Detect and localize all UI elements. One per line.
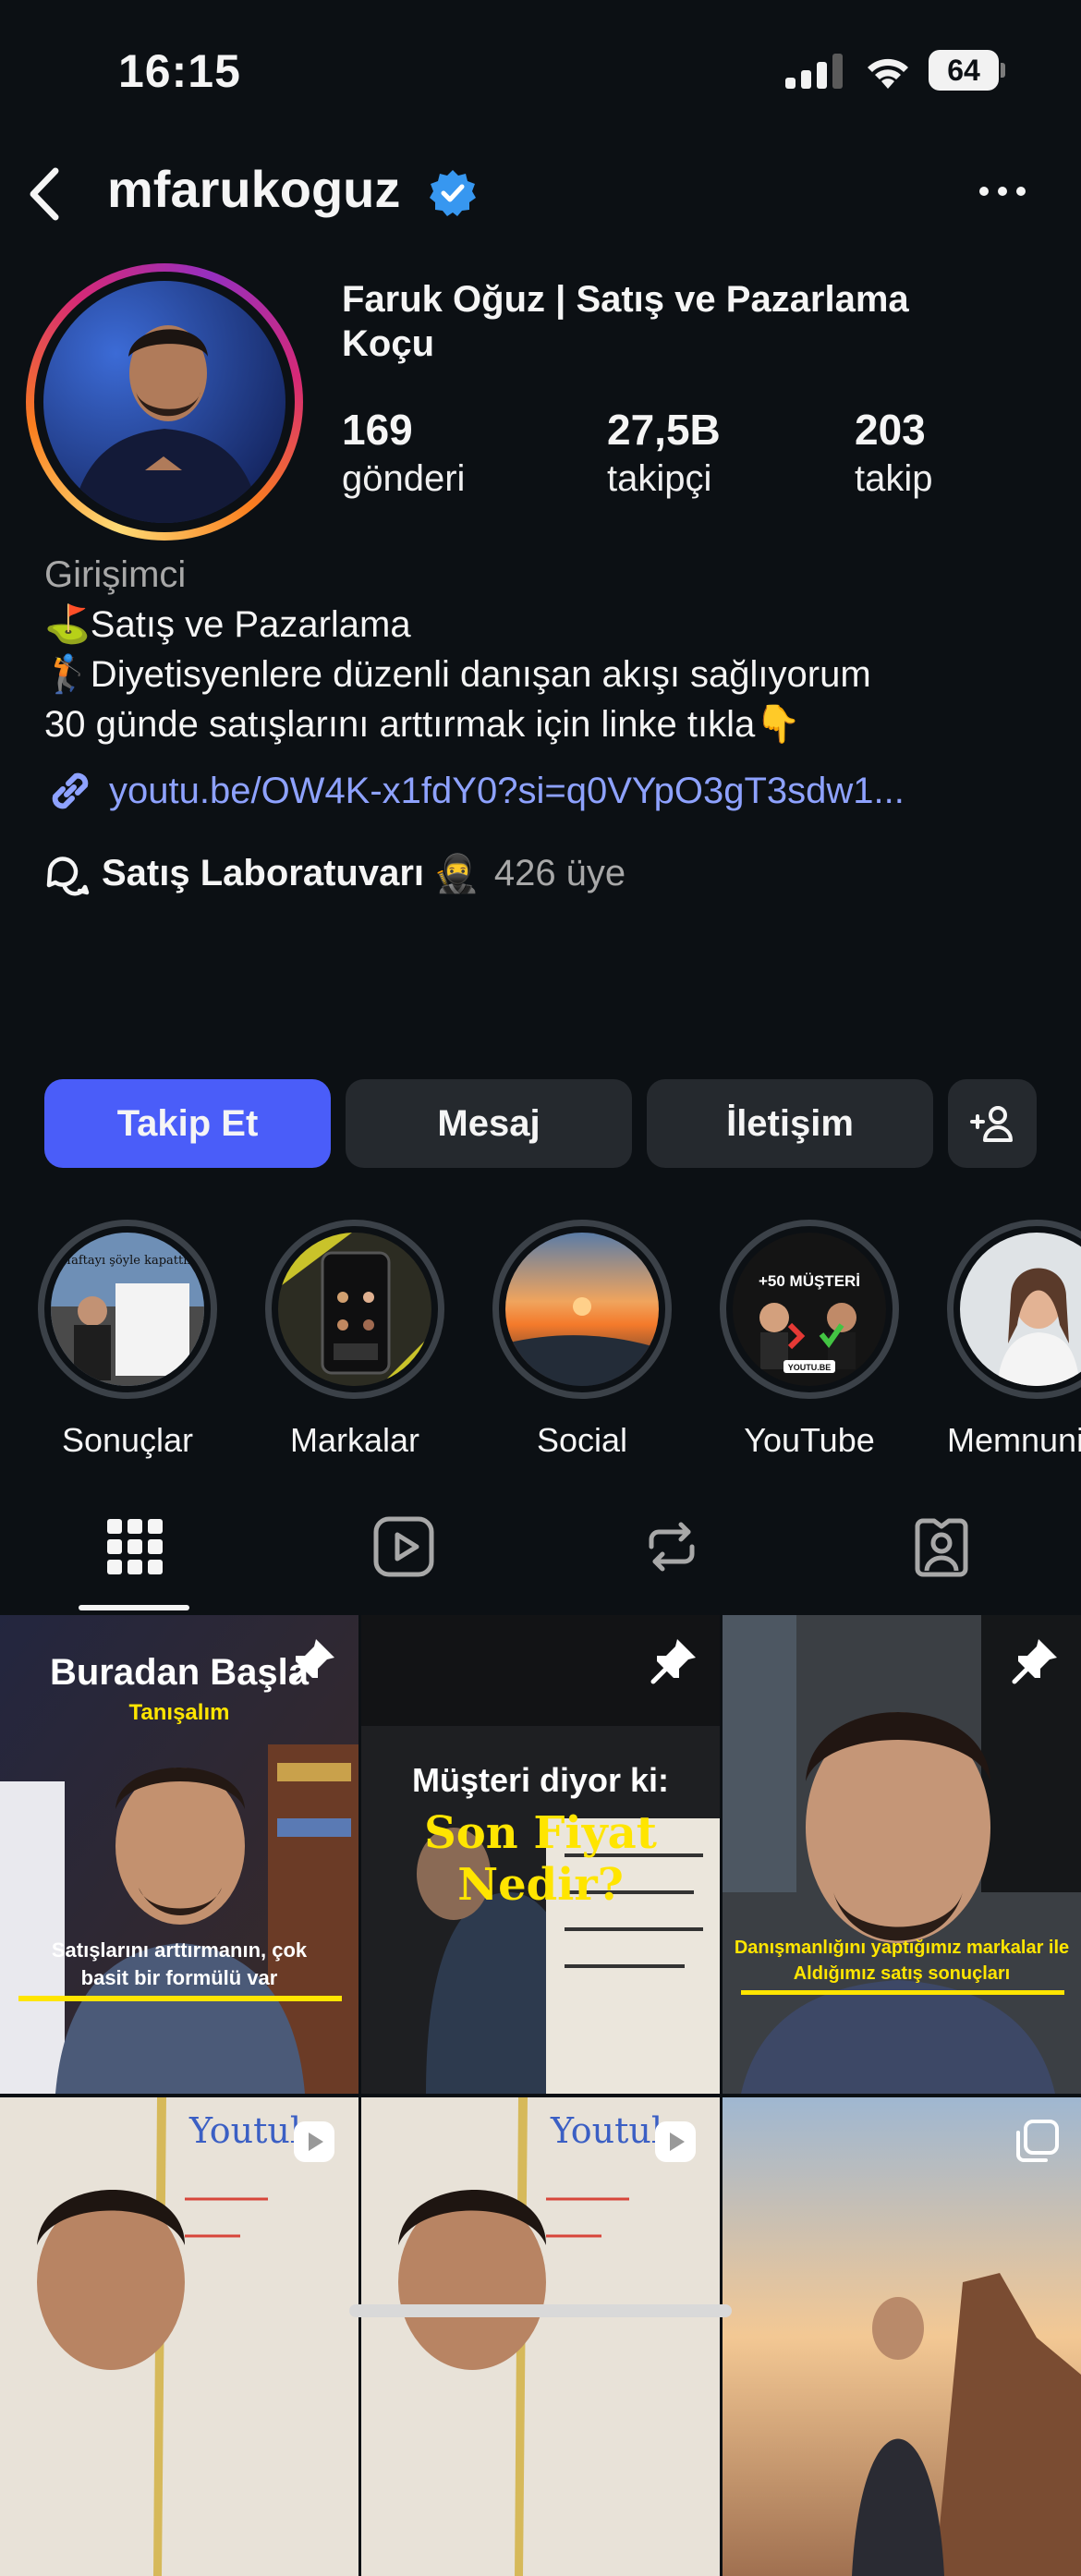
channel-member-count: 426 üye (493, 852, 626, 893)
highlight-label: Markalar (289, 1421, 420, 1459)
bio-line: 🏌️Diyetisyenlere düzenli danışan akışı s… (44, 654, 871, 695)
post-title: Müşteri diyor ki: (411, 1761, 670, 1799)
grid-post[interactable]: Müşteri diyor ki: Son Fiyat Nedir? (361, 1615, 720, 2094)
status-time: 16:15 (118, 45, 241, 97)
posts-label: gönderi (342, 458, 466, 499)
reel-icon (655, 2121, 696, 2162)
following-count: 203 (855, 406, 926, 454)
profile-avatar[interactable] (43, 281, 285, 523)
pinned-icon (289, 1639, 334, 1684)
profile-full-name: Faruk Oğuz | Satış ve Pazarlama Koçu (342, 279, 909, 364)
wifi-icon (868, 58, 908, 89)
posts-grid-tab-icon[interactable] (103, 1515, 166, 1578)
highlight-memnuniyet[interactable]: Memnuni (947, 1220, 1081, 1460)
reposts-tab-icon[interactable] (640, 1515, 703, 1578)
more-options-icon[interactable] (975, 177, 1030, 205)
bio-link[interactable]: youtu.be/OW4K-x1fdY0?si=q0VYpO3gT3sdw1..… (44, 765, 905, 817)
pinned-icon (1012, 1639, 1057, 1684)
highlight-label: Social (536, 1421, 628, 1459)
highlight-markalar[interactable]: Markalar (265, 1220, 444, 1460)
followers-count: 27,5B (607, 406, 721, 454)
grid-post[interactable]: Youtube (0, 2097, 358, 2576)
follow-button[interactable]: Takip Et (44, 1079, 331, 1168)
message-button[interactable]: Mesaj (346, 1079, 632, 1168)
highlight-label: YouTube (744, 1421, 875, 1459)
channel-name: Satış Laboratuvarı (102, 852, 425, 893)
posts-count: 169 (342, 406, 413, 454)
highlight-social[interactable]: Social (492, 1220, 672, 1460)
profile-category: Girişimci (44, 554, 187, 595)
carousel-icon (1016, 2120, 1059, 2162)
battery-icon: 64 (929, 50, 1005, 91)
posts-stat[interactable]: 169 gönderi (342, 405, 465, 500)
youtube-badge: YOUTU.BE (788, 1363, 832, 1372)
highlight-youtube[interactable]: +50 MÜŞTERİ YOUTU.BE YouTube (720, 1220, 899, 1460)
bio-line: ⛳Satış ve Pazarlama (44, 604, 411, 645)
broadcast-channel[interactable]: Satış Laboratuvarı 🥷 426 üye (44, 850, 626, 896)
highlight-caption: +50 MÜŞTERİ (759, 1272, 860, 1290)
grid-post[interactable] (723, 2097, 1081, 2576)
highlight-caption: Haftayı şöyle kapattık (61, 1254, 195, 1268)
following-label: takip (855, 458, 933, 499)
add-person-icon (970, 1106, 1013, 1142)
highlight-label: Sonuçlar (61, 1421, 194, 1459)
verified-badge-icon (430, 170, 476, 216)
reels-tab-icon[interactable] (372, 1515, 435, 1578)
home-indicator[interactable] (349, 2304, 732, 2317)
highlight-sonuclar[interactable]: Haftayı şöyle kapattık Sonuçlar (38, 1220, 217, 1460)
cellular-signal-icon (785, 54, 843, 89)
followers-label: takipçi (607, 458, 712, 499)
post-caption: Danışmanlığını yaptığımız markalar ile A… (734, 1938, 1070, 1984)
post-subtitle: Tanışalım (128, 1700, 230, 1725)
grid-post[interactable]: Buradan Başla Tanışalım Satışlarını artt… (0, 1615, 358, 2094)
contact-button[interactable]: İletişim (647, 1079, 933, 1168)
profile-username: mfarukoguz (107, 160, 401, 218)
post-subtitle: Son Fiyat Nedir? (424, 1807, 657, 1911)
following-stat[interactable]: 203 takip (855, 405, 933, 500)
post-caption: Satışlarını arttırmanın, çok basit bir f… (51, 1938, 308, 1989)
highlight-label: Memnuni (947, 1421, 1081, 1459)
followers-stat[interactable]: 27,5B takipçi (607, 405, 721, 500)
pinned-icon (650, 1639, 696, 1684)
bio-link-text[interactable]: youtu.be/OW4K-x1fdY0?si=q0VYpO3gT3sdw1..… (109, 771, 905, 812)
back-arrow-icon[interactable] (18, 162, 74, 226)
suggested-users-button[interactable] (948, 1079, 1037, 1168)
battery-level: 64 (929, 50, 999, 91)
tagged-tab-icon[interactable] (910, 1515, 973, 1578)
grid-post[interactable]: Danışmanlığını yaptığımız markalar ile A… (723, 1615, 1081, 2094)
link-icon (52, 772, 89, 809)
bio-line: 30 günde satışlarını arttırmak için link… (44, 704, 802, 745)
channel-emoji: 🥷 (433, 853, 480, 894)
grid-post[interactable]: Youtube (361, 2097, 720, 2576)
channel-chat-icon (46, 857, 90, 896)
active-tab-indicator (79, 1605, 189, 1610)
reel-icon (294, 2121, 334, 2162)
